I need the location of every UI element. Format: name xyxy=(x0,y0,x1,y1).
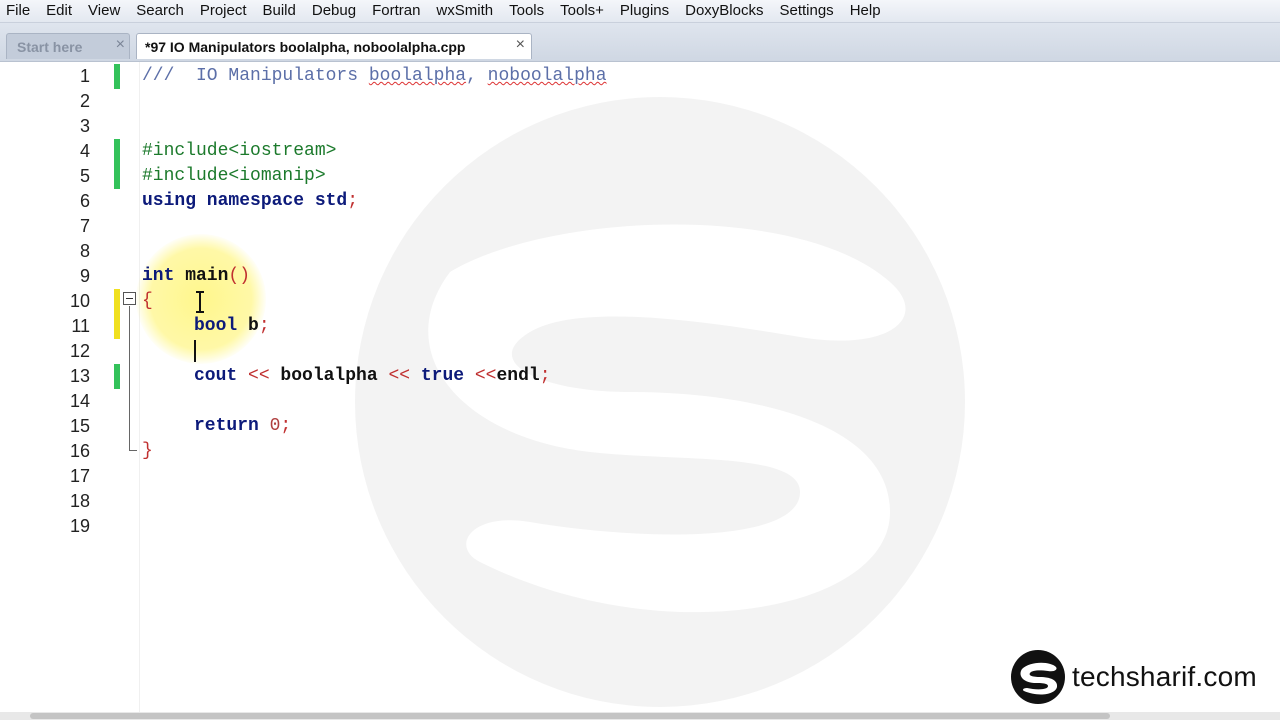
text-caret xyxy=(194,340,196,362)
code-line-5: #include<iomanip> xyxy=(142,166,326,186)
gutter-separator xyxy=(139,62,140,712)
menu-fortran[interactable]: Fortran xyxy=(364,0,428,22)
code-comment-word: noboolalpha xyxy=(487,66,607,86)
close-icon[interactable]: × xyxy=(116,36,125,54)
code-comment: /// IO Manipulators xyxy=(142,66,369,86)
code-identifier: main xyxy=(174,266,229,286)
code-keyword: true xyxy=(410,366,475,386)
menu-tools[interactable]: Tools xyxy=(501,0,552,22)
code-line-6: using namespace std; xyxy=(142,189,358,214)
techsharif-logo: techsharif.com xyxy=(1010,648,1270,706)
code-keyword: using namespace xyxy=(142,191,305,211)
code-editor[interactable]: 1 2 3 4 5 6 7 8 9 10 11 12 13 14 15 16 1… xyxy=(0,62,1280,712)
code-punct: () xyxy=(228,266,251,286)
editor-tab-bar: Start here × *97 IO Manipulators boolalp… xyxy=(0,23,1280,62)
code-punct: ; xyxy=(347,191,359,211)
line-number: 15 xyxy=(69,416,90,436)
menu-debug[interactable]: Debug xyxy=(304,0,364,22)
menu-build[interactable]: Build xyxy=(255,0,304,22)
line-number: 4 xyxy=(79,141,90,161)
line-number: 10 xyxy=(69,291,90,311)
close-icon[interactable]: × xyxy=(516,36,525,54)
code-identifier: cout xyxy=(194,366,249,386)
logo-text: techsharif.com xyxy=(1072,661,1257,692)
code-line-4: #include<iostream> xyxy=(142,141,337,161)
menu-project[interactable]: Project xyxy=(192,0,255,22)
scrollbar-thumb[interactable] xyxy=(30,713,1110,719)
menu-file[interactable]: File xyxy=(0,0,38,22)
line-number: 7 xyxy=(79,216,90,236)
fold-collapse-icon[interactable] xyxy=(123,292,136,305)
line-number: 2 xyxy=(79,91,90,111)
code-number: 0 xyxy=(258,416,281,436)
menu-search[interactable]: Search xyxy=(128,0,192,22)
code-line-13: cout << boolalpha << true <<endl; xyxy=(194,364,551,389)
menu-plugins[interactable]: Plugins xyxy=(612,0,677,22)
menu-wxsmith[interactable]: wxSmith xyxy=(428,0,501,22)
line-number: 16 xyxy=(69,441,90,461)
tab-active-file[interactable]: *97 IO Manipulators boolalpha, noboolalp… xyxy=(136,33,532,59)
menu-edit[interactable]: Edit xyxy=(38,0,80,22)
code-keyword: bool xyxy=(194,316,238,336)
code-operator: << xyxy=(474,366,497,386)
code-identifier: b xyxy=(237,316,259,336)
line-number: 19 xyxy=(69,516,90,536)
tab-start-here[interactable]: Start here × xyxy=(6,33,130,59)
line-number: 8 xyxy=(79,241,90,261)
line-number: 13 xyxy=(69,366,90,386)
change-marker-unsaved xyxy=(114,289,120,339)
horizontal-scrollbar[interactable] xyxy=(0,712,1280,720)
line-number: 1 xyxy=(79,66,90,86)
menu-settings[interactable]: Settings xyxy=(771,0,841,22)
fold-guide-line xyxy=(129,306,130,450)
code-comment-word: boolalpha xyxy=(368,66,467,86)
menu-tools-plus[interactable]: Tools+ xyxy=(552,0,612,22)
code-identifier: std xyxy=(304,191,348,211)
code-keyword: int xyxy=(142,266,175,286)
line-number: 9 xyxy=(79,266,90,286)
code-comment: , xyxy=(466,66,488,86)
code-line-10: { xyxy=(142,291,153,311)
watermark-logo-icon xyxy=(355,97,965,707)
code-identifier: boolalpha xyxy=(269,366,389,386)
menu-doxyblocks[interactable]: DoxyBlocks xyxy=(677,0,771,22)
line-number: 11 xyxy=(71,316,90,336)
code-keyword: return xyxy=(194,416,259,436)
code-operator: << xyxy=(388,366,411,386)
code-line-11: bool b; xyxy=(194,314,270,339)
code-line-16: } xyxy=(142,441,153,461)
menu-help[interactable]: Help xyxy=(842,0,889,22)
line-number: 6 xyxy=(79,191,90,211)
ibeam-cursor-icon xyxy=(196,291,204,313)
line-number: 3 xyxy=(79,116,90,136)
techsharif-logo-icon xyxy=(1011,650,1065,704)
tab-label: Start here xyxy=(17,38,83,55)
line-number: 18 xyxy=(69,491,90,511)
change-marker-saved xyxy=(114,139,120,189)
fold-guide-end xyxy=(129,450,137,451)
code-punct: ; xyxy=(539,366,551,386)
line-number: 17 xyxy=(69,466,90,486)
code-line-1: /// IO Manipulators boolalpha, noboolalp… xyxy=(142,64,607,89)
code-line-15: return 0; xyxy=(194,414,291,439)
tab-label: *97 IO Manipulators boolalpha, noboolalp… xyxy=(145,38,466,55)
code-punct: ; xyxy=(280,416,292,436)
line-number: 14 xyxy=(69,391,90,411)
menu-view[interactable]: View xyxy=(80,0,128,22)
change-marker-saved xyxy=(114,364,120,389)
menu-bar: File Edit View Search Project Build Debu… xyxy=(0,0,1280,23)
code-punct: ; xyxy=(258,316,270,336)
line-number: 12 xyxy=(69,341,90,361)
code-identifier: endl xyxy=(496,366,540,386)
code-line-9: int main() xyxy=(142,264,250,289)
line-number: 5 xyxy=(79,166,90,186)
change-marker-saved xyxy=(114,64,120,89)
code-operator: << xyxy=(248,366,270,386)
